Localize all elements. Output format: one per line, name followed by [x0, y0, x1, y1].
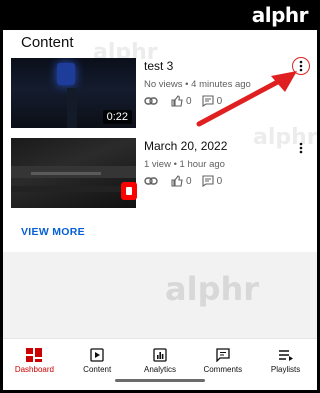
thumbs-up-icon — [171, 175, 183, 187]
nav-label: Playlists — [270, 364, 301, 374]
more-vert-icon — [299, 60, 303, 72]
watermark: alphr — [165, 270, 260, 308]
video-meta: No views • 4 minutes ago — [144, 79, 251, 90]
video-meta: 1 view • 1 hour ago — [144, 159, 225, 170]
shorts-icon — [121, 182, 137, 200]
video-title[interactable]: March 20, 2022 — [144, 139, 294, 153]
brand-logo: alphr — [251, 3, 309, 27]
bottom-nav: Dashboard Content Analytics Comments Pla… — [3, 338, 317, 382]
likes-count: 0 — [186, 95, 192, 107]
video-info: test 3 No views • 4 minutes ago 0 0 — [144, 58, 294, 107]
thumbnail-glow — [57, 63, 75, 85]
link-stat — [144, 176, 161, 186]
nav-label: Comments — [203, 364, 243, 374]
video-title[interactable]: test 3 — [144, 59, 294, 73]
nav-analytics[interactable]: Analytics — [129, 339, 192, 382]
nav-comments[interactable]: Comments — [191, 339, 254, 382]
more-vert-icon — [299, 142, 303, 154]
nav-label: Analytics — [143, 364, 176, 374]
view-more-link[interactable]: VIEW MORE — [21, 226, 85, 238]
link-icon — [144, 97, 158, 105]
playlists-icon — [278, 349, 293, 361]
more-options-button[interactable] — [293, 138, 309, 158]
video-info: March 20, 2022 1 view • 1 hour ago 0 0 — [144, 138, 294, 187]
video-thumbnail[interactable] — [11, 138, 136, 208]
thumbnail-shape — [11, 186, 136, 192]
nav-content[interactable]: Content — [66, 339, 129, 382]
comment-icon — [202, 95, 214, 107]
comments-count: 0 — [216, 175, 223, 187]
nav-playlists[interactable]: Playlists — [254, 339, 317, 382]
video-item[interactable]: 0:22 test 3 No views • 4 minutes ago 0 0 — [11, 57, 311, 128]
empty-area — [3, 252, 317, 338]
duration-badge: 0:22 — [102, 110, 132, 124]
top-bar: alphr — [0, 0, 320, 30]
app-screen: alphr alphr Content 0:22 test 3 No views… — [3, 30, 317, 390]
comments-icon — [216, 347, 230, 362]
likes-count: 0 — [186, 175, 192, 187]
video-thumbnail[interactable]: 0:22 — [11, 58, 136, 128]
comment-icon — [202, 175, 214, 187]
home-indicator — [115, 379, 205, 382]
section-title: Content — [21, 34, 74, 51]
analytics-icon — [153, 347, 167, 362]
comments-stat: 0 — [202, 175, 223, 187]
nav-label: Content — [83, 364, 112, 374]
likes-stat: 0 — [171, 175, 192, 187]
video-item[interactable]: March 20, 2022 1 view • 1 hour ago 0 0 — [11, 138, 311, 208]
video-stats: 0 0 — [144, 175, 294, 187]
likes-stat: 0 — [171, 95, 192, 107]
thumbs-up-icon — [171, 95, 183, 107]
comments-stat: 0 — [202, 95, 223, 107]
link-icon — [144, 177, 158, 185]
link-stat — [144, 96, 161, 106]
more-options-button[interactable] — [292, 57, 310, 75]
thumbnail-shape — [31, 172, 101, 175]
dashboard-icon — [26, 347, 43, 362]
comments-count: 0 — [216, 95, 223, 107]
video-stats: 0 0 — [144, 95, 294, 107]
thumbnail-stripe — [67, 88, 77, 128]
nav-label: Dashboard — [14, 364, 54, 374]
nav-dashboard[interactable]: Dashboard — [3, 339, 66, 382]
content-icon — [90, 347, 104, 362]
